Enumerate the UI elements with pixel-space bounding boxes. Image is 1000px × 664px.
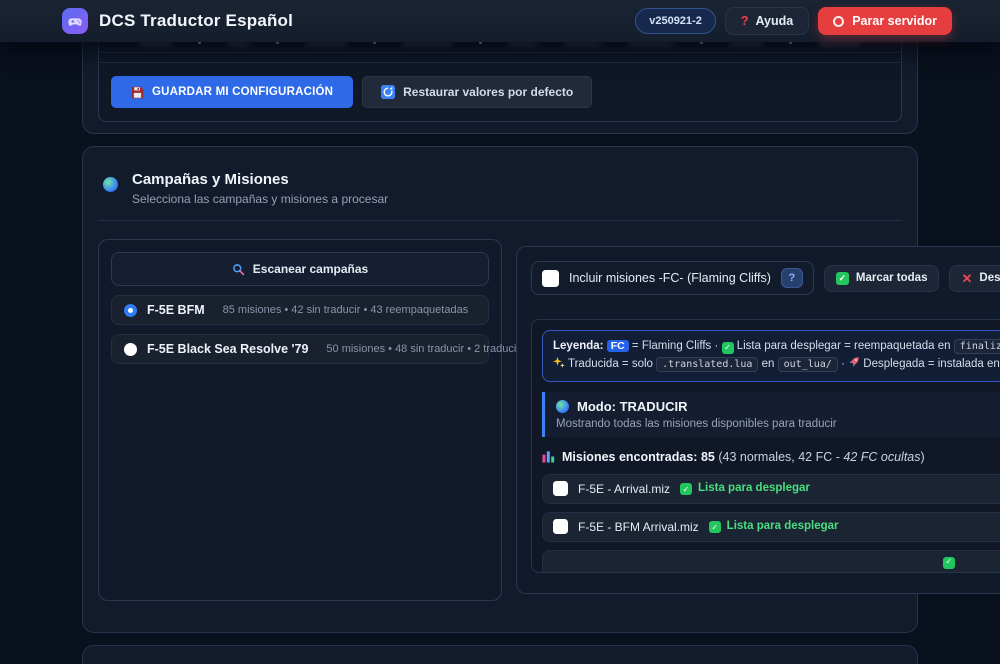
mode-box: Modo: TRADUCIR Mostrando todas las misio… [542, 391, 1000, 437]
check-icon: ✓ [708, 521, 721, 534]
divider [98, 220, 902, 221]
unmark-all-label: Desmarcar todas [979, 272, 1000, 284]
campaigns-card: Campañas y Misiones Selecciona las campa… [82, 146, 1000, 633]
mission-checkbox[interactable] [553, 481, 568, 497]
legend-text: en [761, 357, 775, 370]
radio-unselected-icon[interactable] [124, 342, 137, 356]
rocket-icon [849, 357, 859, 367]
search-icon [232, 263, 244, 275]
restore-defaults-button[interactable]: Restaurar valores por defecto [362, 76, 593, 108]
legend-text: Lista para desplegar = reempaquetada en [736, 340, 951, 352]
scan-campaigns-label: Escanear campañas [252, 262, 369, 276]
next-section-card [82, 645, 918, 664]
app-header: DCS Traductor Español v250921-2 ? Ayuda … [0, 0, 1000, 42]
mark-all-label: Marcar todas [855, 272, 928, 284]
campaign-meta: 85 misiones • 42 sin traducir • 43 reemp… [222, 304, 469, 316]
include-fc-toggle[interactable]: Incluir misiones -FC- (Flaming Cliffs) ? [531, 261, 814, 295]
check-icon: ✓ [721, 342, 734, 355]
missions-found-line: Misiones encontradas: 85 (43 normales, 4… [542, 450, 1000, 464]
section-title: Campañas y Misiones [132, 171, 289, 188]
ready-badge-label: Lista para desplegar [698, 482, 810, 495]
mission-row[interactable]: F-5E - BFM Arrival.miz ✓ Lista para desp… [542, 511, 1000, 542]
stop-server-label: Parar servidor [852, 14, 937, 28]
legend-box: Leyenda: FC = Flaming Cliffs · ✓ Lista p… [542, 330, 1000, 382]
include-fc-label: Incluir misiones -FC- (Flaming Cliffs) [569, 271, 771, 285]
ready-badge: ✓ Lista para desplegar [942, 556, 1000, 572]
page-title: DCS Traductor Español [99, 11, 294, 30]
legend-text: Traducida = solo [568, 357, 653, 370]
mission-name: F-5E - BFM01 1 vs 1 GO vs F-5E - Random.… [578, 572, 833, 573]
check-icon: ✓ [680, 483, 693, 496]
ready-badge-label: Lista para desplegar [726, 520, 839, 533]
found-detail: (43 normales, 42 FC - [718, 449, 840, 464]
mark-all-button[interactable]: ✓ Marcar todas [823, 264, 940, 292]
legend-text: = Flaming Cliffs · [631, 340, 719, 352]
floppy-disk-icon [131, 86, 144, 98]
power-icon [833, 15, 845, 27]
help-button-label: Ayuda [755, 14, 794, 28]
campaign-name: F-5E BFM [147, 303, 205, 317]
refresh-icon [381, 85, 396, 99]
code-finalizado: finalizado/ [953, 339, 1000, 354]
mission-name: F-5E - BFM Arrival.miz [578, 519, 699, 534]
x-icon: ✕ [961, 270, 973, 286]
mission-row[interactable]: F-5E - Arrival.miz ✓ Lista para desplega… [542, 473, 1000, 504]
campaign-list-panel: Escanear campañas F-5E BFM 85 misiones •… [98, 239, 534, 601]
bar-chart-icon [542, 451, 555, 463]
check-icon: ✓ [835, 271, 849, 285]
mode-subtitle: Mostrando todas las misiones disponibles… [556, 417, 837, 430]
mission-row[interactable]: F-5E - BFM01 1 vs 1 GO vs F-5E - Random.… [542, 549, 1000, 573]
mission-name: F-5E - Arrival.miz [578, 481, 671, 496]
scan-campaigns-button[interactable]: Escanear campañas [111, 252, 489, 286]
version-badge: v250921-2 [635, 8, 716, 34]
question-icon: ? [740, 14, 749, 28]
campaign-row-black-sea[interactable]: F-5E Black Sea Resolve '79 50 misiones •… [111, 334, 534, 364]
globe-icon [103, 177, 118, 192]
app-logo [62, 8, 88, 34]
campaign-row-bfm[interactable]: F-5E BFM 85 misiones • 42 sin traducir •… [111, 295, 489, 325]
restore-defaults-label: Restaurar valores por defecto [403, 85, 574, 99]
mission-checkbox[interactable] [553, 519, 568, 535]
stop-server-button[interactable]: Parar servidor [818, 7, 952, 35]
save-config-button[interactable]: GUARDAR MI CONFIGURACIÓN [111, 76, 354, 108]
missions-panel: Incluir misiones -FC- (Flaming Cliffs) ?… [516, 246, 1000, 594]
campaign-meta: 50 misiones • 48 sin traducir • 2 traduc… [326, 343, 535, 355]
campaign-name: F-5E Black Sea Resolve '79 [147, 342, 309, 356]
found-count: 85 [700, 449, 715, 464]
legend-label: Leyenda: [553, 340, 604, 352]
sparkles-icon [553, 356, 565, 368]
legend-sep: · [841, 357, 845, 370]
code-out-lua: out_lua/ [777, 356, 838, 372]
mode-title: Modo: TRADUCIR [577, 398, 688, 414]
globe-icon [556, 399, 569, 413]
gamepad-icon [68, 18, 82, 26]
fc-help-button[interactable]: ? [780, 268, 803, 288]
code-translated-lua: .translated.lua [656, 356, 759, 372]
radio-selected-icon[interactable] [124, 303, 137, 317]
help-button[interactable]: ? Ayuda [724, 7, 810, 35]
ready-badge: ✓ Lista para desplegar [708, 520, 839, 534]
found-label: Misiones encontradas: [562, 449, 698, 464]
unmark-all-button[interactable]: ✕ Desmarcar todas [949, 264, 1000, 292]
save-config-label: GUARDAR MI CONFIGURACIÓN [152, 86, 334, 98]
found-hidden: 42 FC ocultas [843, 449, 921, 464]
fc-badge: FC [606, 340, 629, 352]
include-fc-checkbox[interactable] [542, 269, 559, 287]
section-subtitle: Selecciona las campañas y misiones a pro… [132, 192, 389, 206]
ready-badge: ✓ Lista para desplegar [680, 482, 810, 496]
check-icon: ✓ [942, 556, 955, 569]
missions-scroll-area[interactable]: Leyenda: FC = Flaming Cliffs · ✓ Lista p… [531, 319, 1000, 573]
legend-text: Desplegada = instalada en DCS. [863, 357, 1000, 370]
found-close: ) [920, 449, 925, 464]
